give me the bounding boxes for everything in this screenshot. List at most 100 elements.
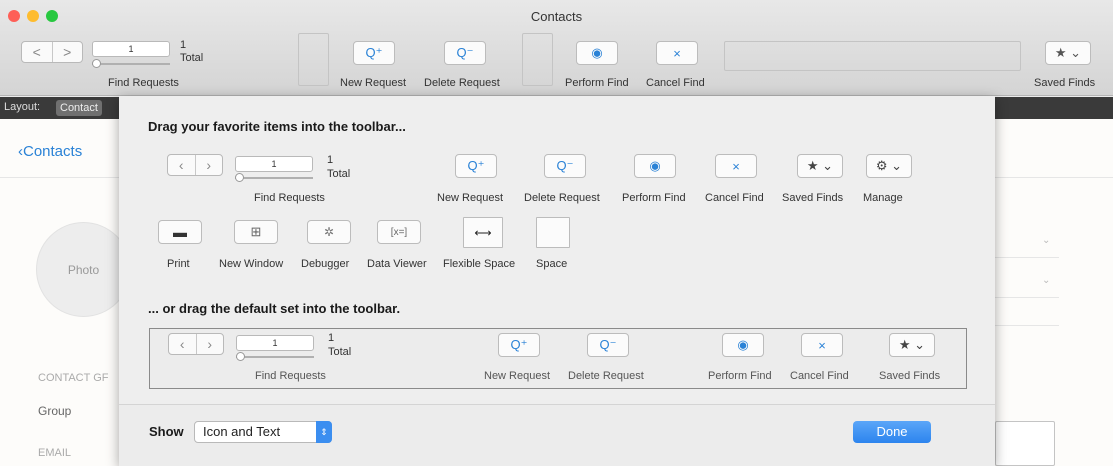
next-icon: › <box>195 334 224 354</box>
delete-request-label: Delete Request <box>424 77 500 89</box>
layout-menu[interactable]: Contact <box>56 100 102 116</box>
record-slider[interactable] <box>92 63 170 65</box>
manage-item-label: Manage <box>863 192 903 204</box>
toolbar-space <box>298 33 329 86</box>
record-number-item[interactable]: 1 <box>235 156 313 172</box>
cancel-find-label: Cancel Find <box>646 77 705 89</box>
show-popup-menu[interactable]: Icon and Text ⇕ <box>194 421 332 443</box>
data-viewer-icon: [x=] <box>390 226 408 238</box>
record-number-field[interactable]: 1 <box>92 41 170 57</box>
perform-find-button[interactable]: ◉ <box>576 41 618 65</box>
saved-finds-item: ★ ⌄ <box>889 333 935 357</box>
delete-request-button[interactable]: Q⁻ <box>444 41 486 65</box>
group-label: Group <box>38 404 72 418</box>
cancel-find-item-label: Cancel Find <box>705 192 764 204</box>
customize-toolbar-sheet: Drag your favorite items into the toolba… <box>119 96 995 466</box>
cancel-find-item[interactable]: × <box>715 154 757 178</box>
find-requests-item-label: Find Requests <box>254 192 325 204</box>
perform-find-icon: ◉ <box>591 45 603 60</box>
photo-placeholder[interactable]: Photo <box>36 222 131 317</box>
field-underline <box>995 297 1059 298</box>
cancel-find-icon: × <box>673 45 681 61</box>
record-nav-control[interactable]: < > <box>21 41 83 63</box>
record-slider-knob[interactable] <box>92 59 101 68</box>
record-slider-item[interactable] <box>235 177 313 179</box>
new-request-button[interactable]: Q⁺ <box>353 41 395 65</box>
delete-request-icon: Q⁻ <box>599 337 617 352</box>
record-slider-item <box>236 356 314 358</box>
print-item[interactable]: ▬ <box>158 220 202 244</box>
sheet-footer: Show Icon and Text ⇕ Done <box>119 404 995 466</box>
debugger-item-label: Debugger <box>301 258 350 270</box>
delete-request-item-label: Delete Request <box>568 370 644 382</box>
record-nav-item: ‹ › <box>168 333 224 355</box>
flexible-space-item[interactable]: ⟷ <box>463 217 503 248</box>
default-toolbar-set[interactable]: ‹ › 1 1 Total Find Requests Q⁺ New Reque… <box>149 328 967 389</box>
field-underline <box>995 325 1059 326</box>
new-request-label: New Request <box>340 77 407 89</box>
new-request-item-label: New Request <box>484 370 551 382</box>
debugger-item[interactable]: ✲ <box>307 220 351 244</box>
new-window-item[interactable]: ⊞ <box>234 220 278 244</box>
toolbar-space <box>522 33 553 86</box>
perform-find-label: Perform Find <box>565 77 629 89</box>
flexible-space-item-label: Flexible Space <box>443 258 516 270</box>
done-button[interactable]: Done <box>853 421 931 443</box>
next-record-button[interactable]: > <box>51 42 83 62</box>
text-field[interactable] <box>995 421 1055 466</box>
perform-find-item: ◉ <box>722 333 764 357</box>
delete-request-icon: Q⁻ <box>556 158 574 173</box>
photo-label: Photo <box>67 262 100 277</box>
previous-icon: ‹ <box>179 336 185 352</box>
saved-finds-item[interactable]: ★ ⌄ <box>797 154 843 178</box>
show-label: Show <box>149 424 184 439</box>
cancel-find-button[interactable]: × <box>656 41 698 65</box>
show-popup-value: Icon and Text <box>203 424 281 439</box>
record-nav-item[interactable]: ‹ › <box>167 154 223 176</box>
perform-find-item-label: Perform Find <box>622 192 686 204</box>
record-count: 1 <box>180 39 187 51</box>
saved-finds-star-icon: ★ ⌄ <box>806 158 834 173</box>
email-heading: EMAIL <box>38 447 72 459</box>
back-to-contacts-link[interactable]: ‹Contacts <box>18 143 82 160</box>
perform-find-icon: ◉ <box>649 158 661 173</box>
favorites-heading: Drag your favorite items into the toolba… <box>148 119 406 134</box>
record-total-label: Total <box>180 52 204 64</box>
perform-find-icon: ◉ <box>737 337 749 352</box>
bug-icon: ✲ <box>323 225 335 239</box>
contact-group-heading: CONTACT GF <box>38 372 109 384</box>
data-viewer-item[interactable]: [x=] <box>377 220 421 244</box>
record-total-label: Total <box>328 346 352 358</box>
saved-finds-label: Saved Finds <box>1034 77 1096 89</box>
space-item[interactable] <box>536 217 570 248</box>
new-request-item: Q⁺ <box>498 333 540 357</box>
printer-icon: ▬ <box>173 224 187 240</box>
manage-item[interactable]: ⚙ ⌄ <box>866 154 912 178</box>
delete-request-item[interactable]: Q⁻ <box>544 154 586 178</box>
window-toolbar: Contacts < > 1 1 Total Find Requests Q⁺ … <box>0 0 1113 96</box>
cancel-find-icon: × <box>732 158 740 174</box>
new-window-item-label: New Window <box>219 258 284 270</box>
previous-record-button[interactable]: < <box>22 42 52 62</box>
gear-icon: ⚙ ⌄ <box>875 158 903 173</box>
new-request-icon: Q⁺ <box>467 158 485 173</box>
saved-finds-item-label: Saved Finds <box>879 370 941 382</box>
cancel-find-item-label: Cancel Find <box>790 370 849 382</box>
print-item-label: Print <box>167 258 190 270</box>
toolbar-flexible-space <box>724 41 1021 71</box>
new-request-item-label: New Request <box>437 192 504 204</box>
delete-request-item: Q⁻ <box>587 333 629 357</box>
new-request-icon: Q⁺ <box>365 45 383 60</box>
cancel-find-icon: × <box>818 337 826 353</box>
saved-finds-button[interactable]: ★ ⌄ <box>1045 41 1091 65</box>
window-title: Contacts <box>530 9 583 24</box>
new-request-item[interactable]: Q⁺ <box>455 154 497 178</box>
double-arrow-icon: ⟷ <box>474 225 492 240</box>
data-viewer-item-label: Data Viewer <box>367 258 427 270</box>
record-count: 1 <box>327 154 334 166</box>
saved-finds-star-icon: ★ ⌄ <box>1054 45 1082 60</box>
back-link-label: Contacts <box>23 143 83 160</box>
record-slider-knob <box>236 352 245 361</box>
space-item-label: Space <box>536 258 568 270</box>
perform-find-item[interactable]: ◉ <box>634 154 676 178</box>
